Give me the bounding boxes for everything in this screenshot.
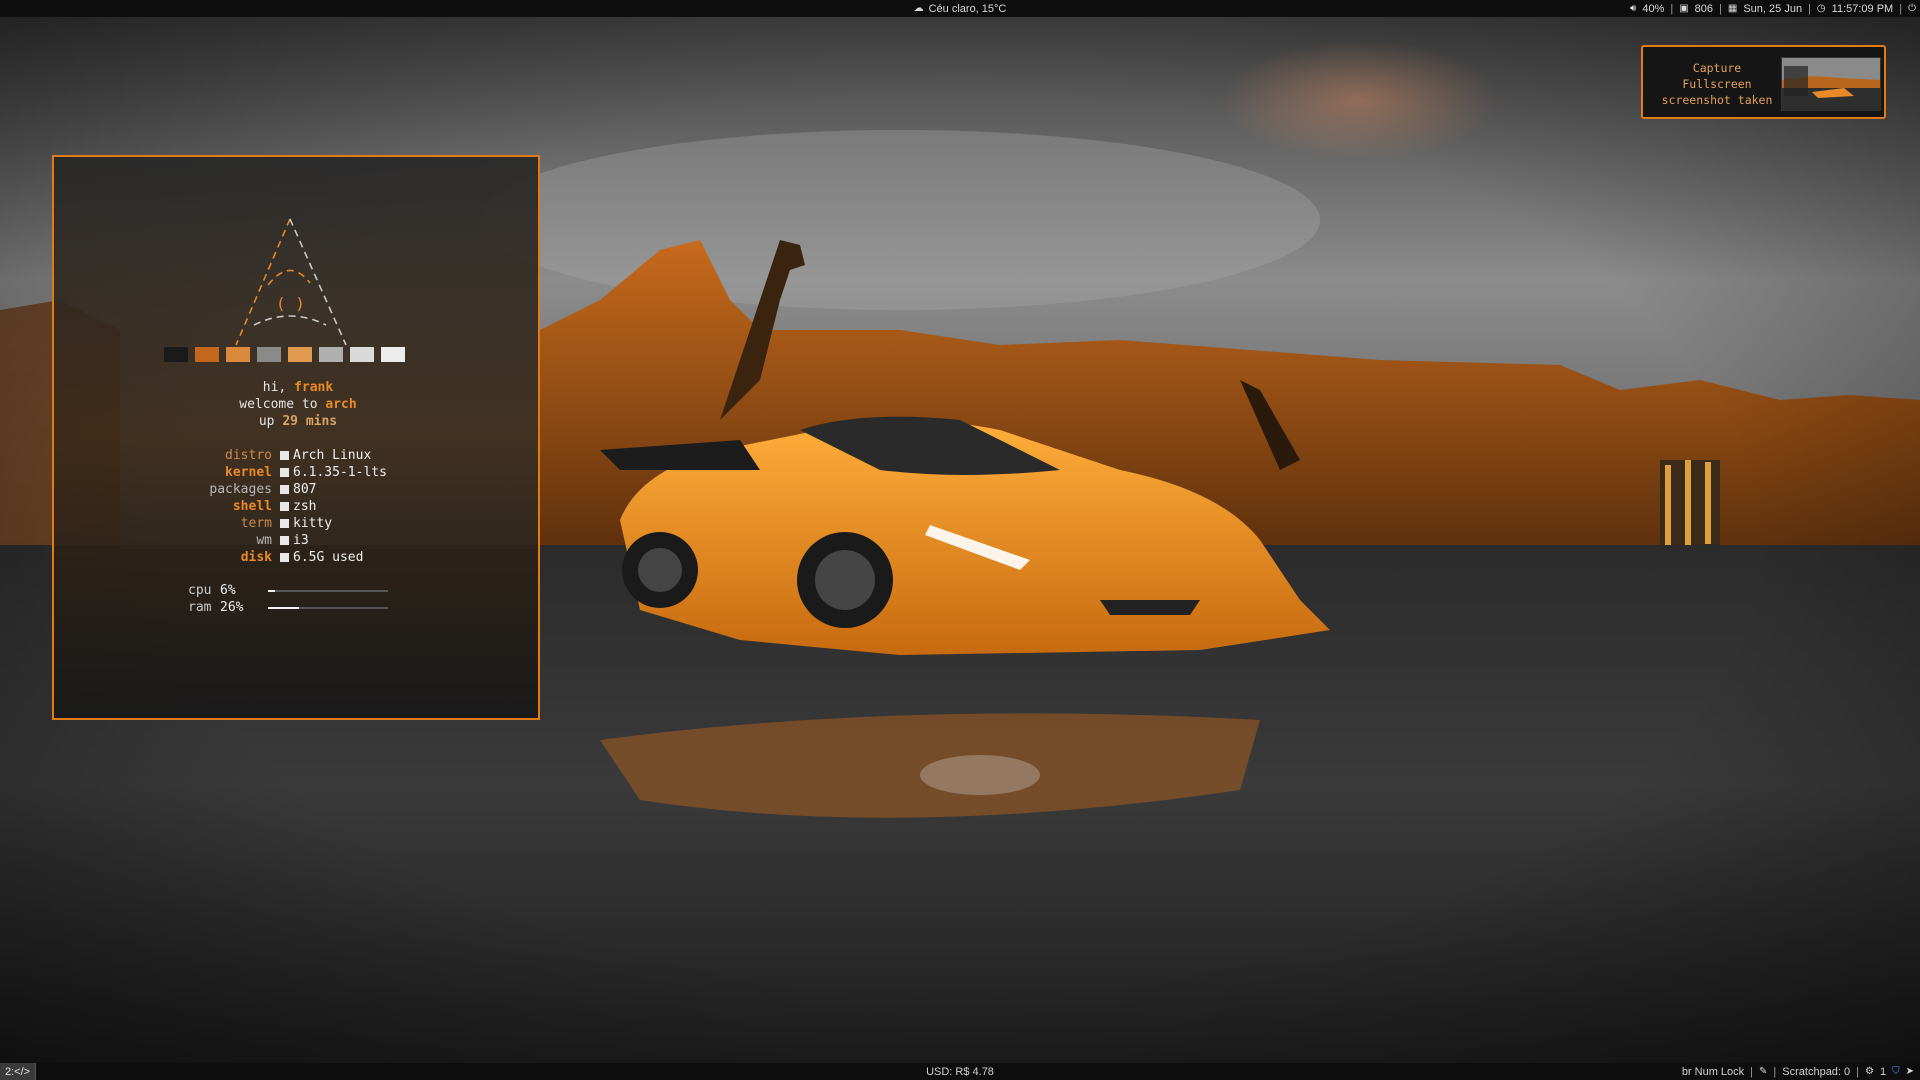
palette-swatch: [164, 347, 188, 362]
color-palette: [164, 347, 405, 362]
info-key: kernel: [225, 465, 272, 480]
cpu-usage-fill: [268, 590, 276, 592]
terminal-window-kitty[interactable]: ( ) hi, frank welcome to arch up 29 mins…: [52, 155, 540, 720]
package-updates-count[interactable]: 806: [1695, 3, 1713, 15]
package-icon: ▣: [1679, 3, 1689, 14]
uptime-value: 29: [282, 414, 298, 429]
shield-icon[interactable]: ⛉: [1892, 1066, 1900, 1077]
bullet-square-icon: [280, 468, 289, 477]
separator: |: [1670, 2, 1674, 15]
separator: |: [1808, 2, 1811, 15]
bullet-square-icon: [280, 502, 289, 511]
currency-rate[interactable]: USD: R$ 4.78: [926, 1066, 994, 1078]
info-key: term: [240, 516, 272, 531]
separator: |: [1856, 1065, 1860, 1078]
separator: |: [1719, 2, 1722, 15]
info-row-term: term kitty: [54, 515, 542, 532]
ram-usage-bar: [268, 607, 388, 609]
currency-widget: USD: R$ 4.78: [0, 1063, 1920, 1080]
telegram-icon[interactable]: ➤: [1906, 1066, 1914, 1077]
pencil-icon[interactable]: ✎: [1759, 1066, 1767, 1077]
info-value: 6.1.35-1-lts: [293, 465, 387, 480]
volume-level[interactable]: 40%: [1642, 3, 1664, 15]
palette-swatch: [226, 347, 250, 362]
cpu-percent: 6%: [220, 583, 236, 598]
status-modules: 🔊︎ 40% | ▣ 806 | ▦ Sun, 25 Jun | ◷ 11:57…: [1630, 0, 1916, 17]
info-key: distro: [225, 448, 272, 463]
bullet-square-icon: [280, 485, 289, 494]
power-icon[interactable]: ⏻: [1908, 3, 1916, 14]
uptime-label: up: [258, 414, 275, 429]
info-value: 6.5G used: [293, 550, 364, 565]
palette-swatch: [257, 347, 281, 362]
cpu-usage-bar: [268, 590, 388, 592]
svg-text:( ): ( ): [276, 294, 305, 313]
info-value: zsh: [293, 499, 317, 514]
palette-swatch: [195, 347, 219, 362]
info-value: kitty: [293, 516, 333, 531]
keyboard-layout-indicator[interactable]: br Num Lock: [1682, 1066, 1744, 1078]
greeting-line: hi, frank: [54, 379, 542, 396]
greeting-user: frank: [294, 380, 334, 395]
screenshot-thumbnail: [1781, 57, 1881, 111]
welcome-distro: arch: [325, 397, 357, 412]
cpu-label: cpu: [188, 583, 212, 598]
cpu-usage-row: cpu 6%: [54, 582, 542, 599]
notification-text: Capture Fullscreen screenshot taken: [1651, 60, 1783, 108]
info-row-packages: packages 807: [54, 481, 542, 498]
uptime-unit: mins: [305, 414, 338, 429]
info-key: shell: [232, 499, 272, 514]
time-text[interactable]: 11:57:09 PM: [1832, 3, 1894, 15]
info-row-disk: disk 6.5G used: [54, 549, 542, 566]
palette-swatch: [288, 347, 312, 362]
info-row-wm: wm i3: [54, 532, 542, 549]
welcome-text: welcome to: [239, 397, 318, 412]
info-row-kernel: kernel 6.1.35-1-lts: [54, 464, 542, 481]
notification-title: Capture: [1692, 61, 1742, 75]
system-info-list: distro Arch Linux kernel 6.1.35-1-lts pa…: [54, 447, 542, 566]
bullet-square-icon: [280, 451, 289, 460]
cloud-icon: ☁: [913, 3, 924, 14]
ram-usage-fill: [268, 607, 300, 609]
separator: |: [1899, 2, 1903, 15]
separator: |: [1773, 1065, 1777, 1078]
info-key: disk: [240, 550, 272, 565]
info-value: 807: [293, 482, 317, 497]
separator: |: [1750, 1065, 1754, 1078]
uptime-line: up 29 mins: [54, 413, 542, 430]
greeting-hi: hi,: [262, 380, 287, 395]
calendar-icon: ▦: [1727, 3, 1738, 14]
bottom-right-modules: br Num Lock | ✎ | Scratchpad: 0 | ⚙ 1 ⛉ …: [1682, 1063, 1914, 1080]
bottom-status-bar: 2:</> USD: R$ 4.78 br Num Lock | ✎ | Scr…: [0, 1063, 1920, 1080]
bullet-square-icon: [280, 519, 289, 528]
resource-usage: cpu 6% ram 26%: [54, 582, 542, 616]
bullet-square-icon: [280, 553, 289, 562]
info-key: wm: [256, 533, 272, 548]
palette-swatch: [350, 347, 374, 362]
arch-ascii-logo-icon: ( ): [235, 218, 347, 346]
tray-app-icon[interactable]: ⚙: [1865, 1066, 1874, 1077]
welcome-line: welcome to arch: [54, 396, 542, 413]
bullet-square-icon: [280, 536, 289, 545]
info-row-shell: shell zsh: [54, 498, 542, 515]
scratchpad-indicator[interactable]: Scratchpad: 0: [1782, 1066, 1850, 1078]
palette-swatch: [381, 347, 405, 362]
info-key: packages: [209, 482, 272, 497]
notification-mode: Fullscreen: [1682, 77, 1752, 91]
notification-body: screenshot taken: [1661, 93, 1773, 107]
ram-percent: 26%: [220, 600, 244, 615]
info-value: i3: [293, 533, 309, 548]
tray-count: 1: [1879, 1065, 1887, 1078]
date-text[interactable]: Sun, 25 Jun: [1743, 3, 1802, 15]
info-value: Arch Linux: [293, 448, 372, 463]
info-row-distro: distro Arch Linux: [54, 447, 542, 464]
clock-icon: ◷: [1816, 3, 1826, 14]
top-status-bar: ☁ Céu claro, 15°C 🔊︎ 40% | ▣ 806 | ▦ Sun…: [0, 0, 1920, 17]
ram-label: ram: [188, 600, 212, 615]
screenshot-notification[interactable]: Capture Fullscreen screenshot taken: [1641, 45, 1886, 119]
volume-icon[interactable]: 🔊︎: [1630, 3, 1636, 14]
weather-text: Céu claro, 15°C: [928, 2, 1007, 15]
palette-swatch: [319, 347, 343, 362]
ram-usage-row: ram 26%: [54, 599, 542, 616]
